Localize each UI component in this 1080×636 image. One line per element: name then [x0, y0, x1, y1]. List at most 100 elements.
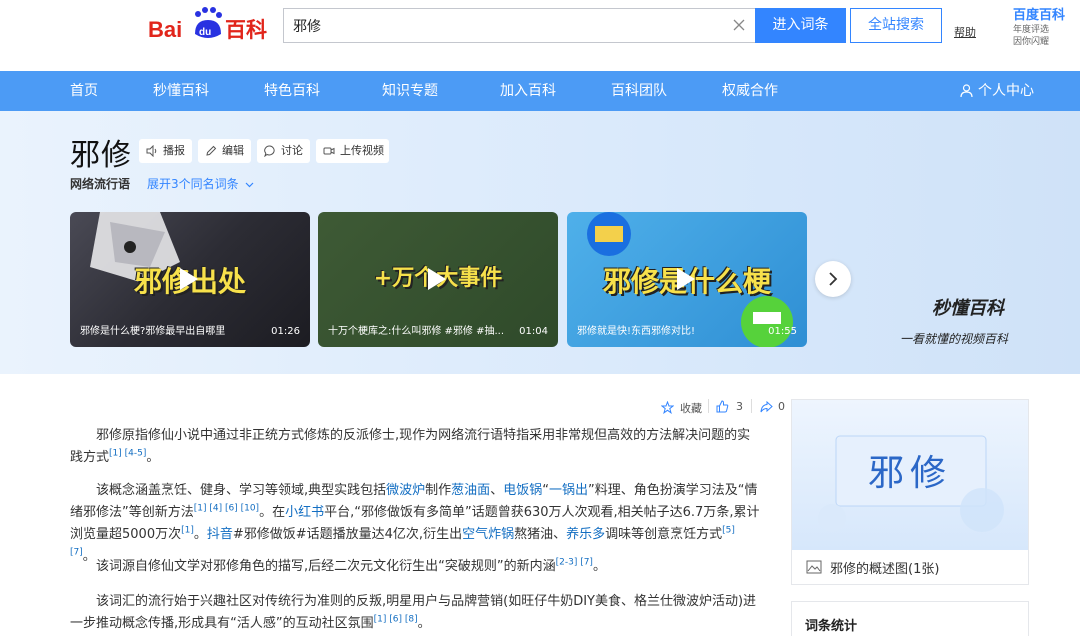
- link-air-fryer[interactable]: 空气炸锅: [462, 527, 514, 542]
- paragraph-text: “: [542, 483, 549, 498]
- paragraph-text: 该概念涵盖烹饪、健身、学习等领域,典型实践包括: [96, 483, 387, 498]
- paragraph-text: 。: [592, 559, 606, 574]
- edit-button[interactable]: 编辑: [198, 139, 251, 163]
- paragraph-text: 该词源自修仙文学对邪修角色的描写,后经二次元文化衍生出“突破规则”的新内涵: [96, 559, 556, 574]
- paragraph-text: 调味等创意烹饪方式: [605, 527, 723, 542]
- paragraph-2: 该概念涵盖烹饪、健身、学习等领域,典型实践包括微波炉制作葱油面、电饭锅“一锅出”…: [70, 480, 762, 568]
- image-gallery-icon: [806, 560, 822, 574]
- broadcast-button[interactable]: 播报: [139, 139, 192, 163]
- divider: [751, 399, 752, 413]
- nav-item-featured[interactable]: 特色百科: [264, 71, 320, 111]
- edit-label: 编辑: [222, 144, 244, 157]
- svg-text:du: du: [199, 27, 211, 38]
- page-title: 邪修: [70, 138, 132, 173]
- baidu-baike-logo[interactable]: Bai du 百科: [148, 4, 274, 44]
- video-title: 邪修是什么梗?邪修最早出自哪里: [80, 326, 226, 337]
- punct: 。: [146, 450, 160, 465]
- entry-statistics-panel: 词条统计: [791, 601, 1029, 636]
- overview-image[interactable]: 邪修: [792, 400, 1028, 550]
- paragraph-text: 。: [193, 527, 207, 542]
- help-link[interactable]: 帮助: [954, 24, 976, 40]
- discuss-button[interactable]: 讨论: [257, 139, 310, 163]
- enter-entry-button[interactable]: 进入词条: [755, 8, 846, 43]
- overview-image-caption: 邪修的概述图(1张): [830, 562, 940, 577]
- share-count: 0: [778, 400, 785, 413]
- chevron-down-icon: [246, 182, 254, 187]
- svg-text:Bai: Bai: [148, 17, 182, 42]
- citation[interactable]: [1] [4-5]: [109, 449, 146, 459]
- overview-image-card[interactable]: 邪修 邪修的概述图(1张): [791, 399, 1029, 585]
- paragraph-1: 邪修原指修仙小说中通过非正统方式修炼的反派修士,现作为网络流行语特指采用非常规但…: [70, 425, 762, 469]
- play-icon[interactable]: [428, 268, 446, 290]
- chevron-right-icon: [829, 272, 838, 286]
- paragraph-text: 、: [490, 483, 504, 498]
- site-search-button[interactable]: 全站搜索: [850, 8, 942, 43]
- link-yakult[interactable]: 养乐多: [566, 527, 605, 542]
- speaker-icon: [146, 145, 157, 157]
- link-one-pot[interactable]: 一锅出: [549, 483, 588, 498]
- divider: [708, 399, 709, 413]
- play-icon[interactable]: [677, 268, 695, 290]
- citation[interactable]: [1] [6] [8]: [374, 615, 418, 625]
- collect-button[interactable]: 收藏: [680, 400, 702, 416]
- nav-item-miaodong[interactable]: 秒懂百科: [153, 71, 209, 111]
- nav-item-topics[interactable]: 知识专题: [382, 71, 438, 111]
- nav-item-team[interactable]: 百科团队: [611, 71, 667, 111]
- nav-item-user-center[interactable]: 个人中心: [978, 71, 1034, 111]
- video-card[interactable]: +万个大事件 十万个梗库之:什么叫邪修 #邪修 #抽... 01:04: [318, 212, 558, 347]
- user-icon: [960, 84, 973, 98]
- share-icon[interactable]: [760, 401, 773, 413]
- paragraph-text: 制作: [425, 483, 452, 498]
- link-microwave[interactable]: 微波炉: [386, 483, 425, 498]
- paragraph-3: 该词源自修仙文学对邪修角色的描写,后经二次元文化衍生出“突破规则”的新内涵[2-…: [70, 556, 762, 578]
- clear-icon[interactable]: [731, 17, 747, 33]
- main-nav: 首页 秒懂百科 特色百科 知识专题 加入百科 百科团队 权威合作 个人中心: [0, 71, 1080, 111]
- like-count: 3: [736, 400, 743, 413]
- citation[interactable]: [1]: [181, 526, 194, 536]
- link-scallion-noodles[interactable]: 葱油面: [451, 483, 490, 498]
- search-input[interactable]: [284, 9, 704, 42]
- video-title: 邪修就是快!东西邪修对比!: [577, 326, 696, 337]
- upload-video-label: 上传视频: [340, 144, 384, 157]
- nav-item-home[interactable]: 首页: [70, 71, 98, 111]
- nav-item-join[interactable]: 加入百科: [500, 71, 556, 111]
- paragraph-text: 邪修原指修仙小说中通过非正统方式修炼的反派修士,现作为网络流行语特指采用非常规但…: [70, 428, 751, 465]
- expand-synonyms-label: 展开3个同名词条: [147, 177, 239, 191]
- citation[interactable]: [2-3] [7]: [556, 558, 593, 568]
- miaodong-slogan: 一看就懂的视频百科: [900, 332, 1009, 346]
- link-xiaohongshu[interactable]: 小红书: [285, 505, 324, 520]
- paragraph-text: 该词汇的流行始于兴趣社区对传统行为准则的反叛,明星用户与品牌营销(如旺仔牛奶DI…: [70, 594, 757, 631]
- video-camera-icon: [323, 147, 335, 155]
- upload-video-button[interactable]: 上传视频: [316, 139, 389, 163]
- entry-category: 网络流行语: [70, 177, 131, 191]
- search-box: [283, 8, 755, 43]
- overview-image-word: 邪修: [867, 453, 952, 494]
- svg-text:百科: 百科: [225, 18, 267, 42]
- link-rice-cooker[interactable]: 电饭锅: [503, 483, 542, 498]
- citation[interactable]: [1] [4] [6] [10]: [194, 504, 259, 514]
- miaodong-logo[interactable]: 秒懂百科: [932, 294, 1004, 320]
- play-icon[interactable]: [180, 268, 198, 290]
- paragraph-text: #邪修做饭#话题播放量达4亿次,衍生出: [232, 527, 463, 542]
- comment-icon: [264, 145, 275, 157]
- video-title: 十万个梗库之:什么叫邪修 #邪修 #抽...: [328, 326, 503, 337]
- paragraph-text: 熬猪油、: [514, 527, 567, 542]
- video-duration: 01:26: [271, 326, 300, 337]
- thumbs-up-icon[interactable]: [716, 400, 729, 413]
- star-icon[interactable]: [661, 401, 674, 414]
- paragraph-4: 该词汇的流行始于兴趣社区对传统行为准则的反叛,明星用户与品牌营销(如旺仔牛奶DI…: [70, 591, 762, 635]
- paragraph-text: 。: [417, 616, 431, 631]
- nav-item-partners[interactable]: 权威合作: [722, 71, 778, 111]
- video-duration: 01:04: [519, 326, 548, 337]
- video-card[interactable]: 邪修是什么梗 邪修就是快!东西邪修对比! 01:55: [567, 212, 807, 347]
- link-douyin[interactable]: 抖音: [207, 527, 233, 542]
- carousel-next-button[interactable]: [815, 261, 851, 297]
- video-duration: 01:55: [768, 326, 797, 337]
- top-bar: Bai du 百科 进入词条 全站搜索 帮助 百度百科 年度评选 因你闪耀: [0, 0, 1080, 71]
- expand-synonyms-link[interactable]: 展开3个同名词条: [147, 175, 254, 192]
- annual-selection-brand[interactable]: 百度百科: [1013, 4, 1065, 23]
- discuss-label: 讨论: [281, 144, 303, 157]
- entry-statistics-title: 词条统计: [805, 619, 858, 634]
- broadcast-label: 播报: [163, 144, 185, 157]
- video-card[interactable]: 邪修出处 邪修是什么梗?邪修最早出自哪里 01:26: [70, 212, 310, 347]
